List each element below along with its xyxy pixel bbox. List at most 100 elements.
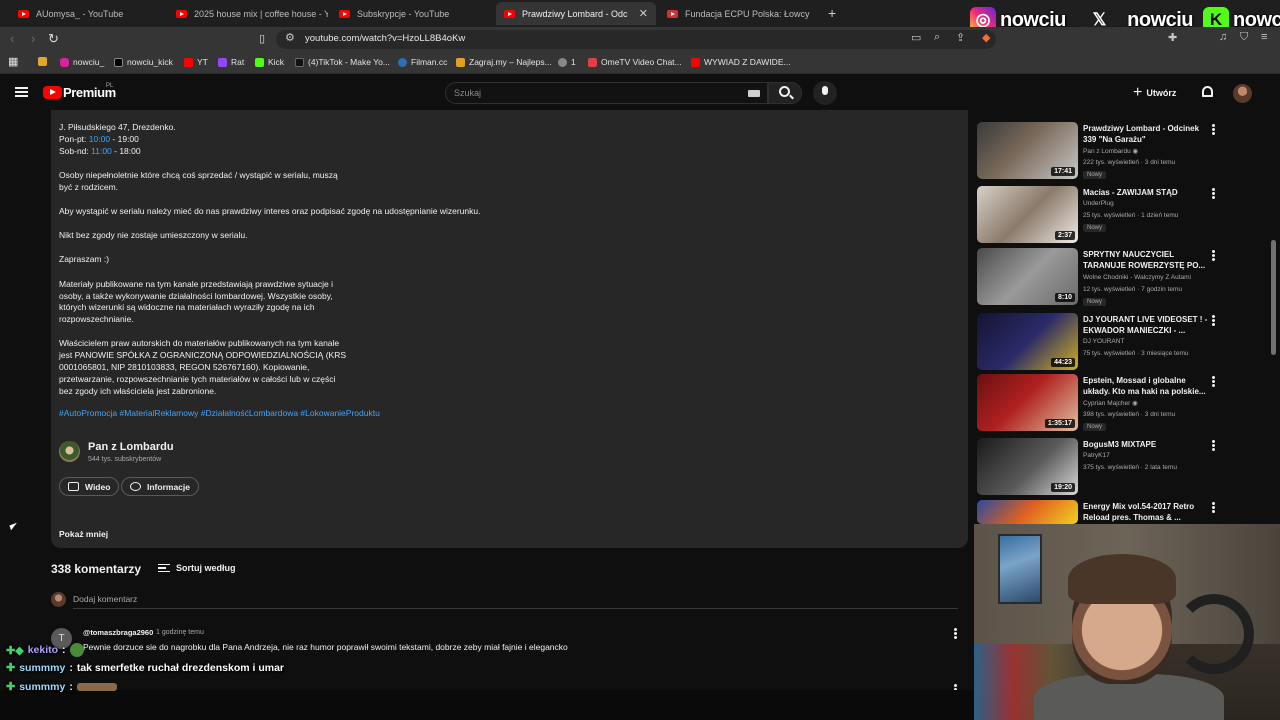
video-menu-icon[interactable] xyxy=(1212,502,1215,513)
new-tab-button[interactable]: + xyxy=(828,5,836,21)
bookmark-item[interactable]: Zagraj.my – Najleps... xyxy=(456,57,552,67)
account-avatar[interactable] xyxy=(1233,84,1252,103)
forward-icon[interactable]: › xyxy=(31,31,35,46)
channel-name[interactable]: Pan z Lombardu xyxy=(88,441,174,453)
youtube-logo-icon[interactable] xyxy=(43,86,62,99)
extensions-icon[interactable]: ✚ xyxy=(1168,31,1177,44)
kick-icon xyxy=(255,57,264,67)
bookmark-item[interactable]: Rat xyxy=(218,57,244,67)
timestamp-link[interactable]: 11:00 xyxy=(91,146,112,156)
apps-grid-icon[interactable]: ▦ xyxy=(8,55,18,68)
reload-icon[interactable]: ↻ xyxy=(48,31,59,47)
video-title[interactable]: BogusM3 MIXTAPE xyxy=(1083,439,1208,450)
video-menu-icon[interactable] xyxy=(1212,250,1215,261)
create-button[interactable]: + Utwórz xyxy=(1133,82,1176,104)
video-duration: 44:23 xyxy=(1051,358,1075,367)
channel-avatar[interactable] xyxy=(59,441,80,462)
video-menu-icon[interactable] xyxy=(1212,440,1215,451)
videos-button[interactable]: Wideo xyxy=(59,477,120,496)
site-info-icon[interactable]: ⚙ xyxy=(285,31,295,44)
notifications-bell-icon[interactable] xyxy=(1202,86,1213,97)
twitch-icon xyxy=(218,57,227,67)
add-comment-input[interactable]: Dodaj komentarz xyxy=(73,594,137,604)
bookmark-item[interactable]: (4)TikTok - Make Yo... xyxy=(295,57,390,67)
media-icon[interactable]: ♫ xyxy=(1219,31,1227,43)
comment-time[interactable]: 1 godzinę temu xyxy=(156,629,204,636)
bookmark-item[interactable]: nowciu_kick xyxy=(114,57,173,67)
comment-menu-icon[interactable] xyxy=(954,628,957,639)
video-channel[interactable]: PatryK17 xyxy=(1083,452,1110,459)
brave-shield-icon[interactable]: ◆ xyxy=(982,31,990,44)
vpn-icon[interactable]: ⛉ xyxy=(1240,31,1248,44)
video-channel[interactable]: DJ YOURANT xyxy=(1083,338,1124,345)
video-thumbnail[interactable]: 44:23 xyxy=(977,313,1078,370)
video-title[interactable]: DJ YOURANT LIVE VIDEOSET ! - EKWADOR MAN… xyxy=(1083,314,1208,336)
back-icon[interactable]: ‹ xyxy=(10,31,14,46)
new-badge: Nowy xyxy=(1083,224,1107,232)
video-duration: 8:10 xyxy=(1054,293,1075,302)
video-thumbnail[interactable]: 17:41 xyxy=(977,122,1078,179)
video-channel[interactable]: Pan z Lombardu ◉ xyxy=(1083,147,1138,155)
browser-tab[interactable]: 2025 house mix | coffee house - YouT xyxy=(168,2,328,25)
video-channel[interactable]: UnderPlug xyxy=(1083,200,1114,207)
show-less-button[interactable]: Pokaż mniej xyxy=(59,529,108,539)
page-scrollbar[interactable] xyxy=(1271,240,1276,355)
close-tab-icon[interactable]: ✕ xyxy=(639,7,648,20)
video-thumbnail[interactable]: 1:35:17 xyxy=(977,374,1078,431)
description-line: osoby, a także wykonywanie działalności … xyxy=(59,291,333,301)
keyboard-icon[interactable] xyxy=(748,90,760,97)
video-thumbnail[interactable]: 2:37 xyxy=(977,186,1078,243)
guide-menu-icon[interactable] xyxy=(15,87,28,97)
video-menu-icon[interactable] xyxy=(1212,376,1215,387)
share-icon[interactable]: ⇪ xyxy=(956,31,965,44)
video-meta: 398 tys. wyświetleń · 3 dni temu xyxy=(1083,411,1176,418)
video-title[interactable]: SPRYTNY NAUCZYCIEL TARANUJE ROWERZYSTĘ P… xyxy=(1083,249,1208,271)
browser-tab[interactable]: Fundacja ECPU Polska: Łowcy Pedofil xyxy=(659,2,819,25)
channel-subscribers: 544 tys. subskrybentów xyxy=(88,456,162,463)
video-channel[interactable]: Cyprian Majcher ◉ xyxy=(1083,399,1138,407)
sort-comments-button[interactable]: Sortuj według xyxy=(158,563,236,573)
comment-input-underline xyxy=(73,608,958,609)
video-title[interactable]: Prawdziwy Lombard - Odcinek 339 "Na Gara… xyxy=(1083,123,1208,145)
bookmark-item[interactable]: WYWIAD Z DAWIDE... xyxy=(691,57,791,67)
video-menu-icon[interactable] xyxy=(1212,188,1215,199)
video-title[interactable]: Epstein, Mossad i globalne układy. Kto m… xyxy=(1083,375,1208,397)
cast-icon[interactable]: ▭ xyxy=(911,31,921,44)
chat-badge-icon: ✚◆ xyxy=(6,644,24,657)
bookmark-icon[interactable]: ▯ xyxy=(259,32,265,45)
browser-tab[interactable]: AUomysa_ - YouTube xyxy=(10,2,170,25)
description-line: Nikt bez zgody nie zostaje umieszczony w… xyxy=(59,230,248,240)
chat-username: summmy xyxy=(19,680,66,693)
zoom-icon[interactable]: ⌕ xyxy=(934,31,940,44)
menu-icon[interactable]: ≡ xyxy=(1261,31,1267,43)
bookmark-item[interactable]: Kick xyxy=(255,57,284,67)
youtube-favicon-icon xyxy=(18,9,29,18)
description-line: 0001065801, NIP 2810103833, REGON 526767… xyxy=(59,362,310,372)
comment-author[interactable]: @tomaszbraga2960 xyxy=(83,628,153,637)
verified-icon: ◉ xyxy=(1132,400,1138,407)
search-input[interactable] xyxy=(445,82,768,104)
video-menu-icon[interactable] xyxy=(1212,124,1215,135)
bookmark-item[interactable]: nowciu_ xyxy=(60,57,104,67)
bookmark-item[interactable]: Filman.cc xyxy=(398,57,447,67)
video-title[interactable]: Energy Mix vol.54-2017 Retro Reload pres… xyxy=(1083,501,1208,523)
about-button[interactable]: Informacje xyxy=(121,477,199,496)
browser-tab[interactable]: Subskrypcje - YouTube xyxy=(331,2,491,25)
video-thumbnail[interactable]: 19:20 xyxy=(977,438,1078,495)
chat-message: ✚◆ kekito : xyxy=(6,643,84,657)
folder-icon[interactable] xyxy=(38,57,47,66)
video-channel[interactable]: Wolne Chodniki - Walczymy Z Autami xyxy=(1083,274,1191,281)
url-text[interactable]: youtube.com/watch?v=HzoLL8B4oKw xyxy=(305,33,465,44)
bookmark-item[interactable]: 1 xyxy=(558,57,576,67)
video-thumbnail[interactable] xyxy=(977,500,1078,524)
headphones-icon xyxy=(1174,594,1254,674)
chat-emote-icon xyxy=(76,682,117,691)
bookmark-item[interactable]: YT xyxy=(184,57,208,67)
browser-tab-active[interactable]: Prawdziwy Lombard - Odcinek 3 ✕ xyxy=(496,2,656,25)
timestamp-link[interactable]: 10:00 xyxy=(89,134,110,144)
video-thumbnail[interactable]: 8:10 xyxy=(977,248,1078,305)
video-title[interactable]: Macias - ZAWIJAM STĄD xyxy=(1083,187,1208,198)
bookmark-item[interactable]: OmeTV Video Chat... xyxy=(588,57,682,67)
hashtag-links[interactable]: #AutoPromocja #MaterialReklamowy #Działa… xyxy=(59,408,380,418)
video-menu-icon[interactable] xyxy=(1212,315,1215,326)
